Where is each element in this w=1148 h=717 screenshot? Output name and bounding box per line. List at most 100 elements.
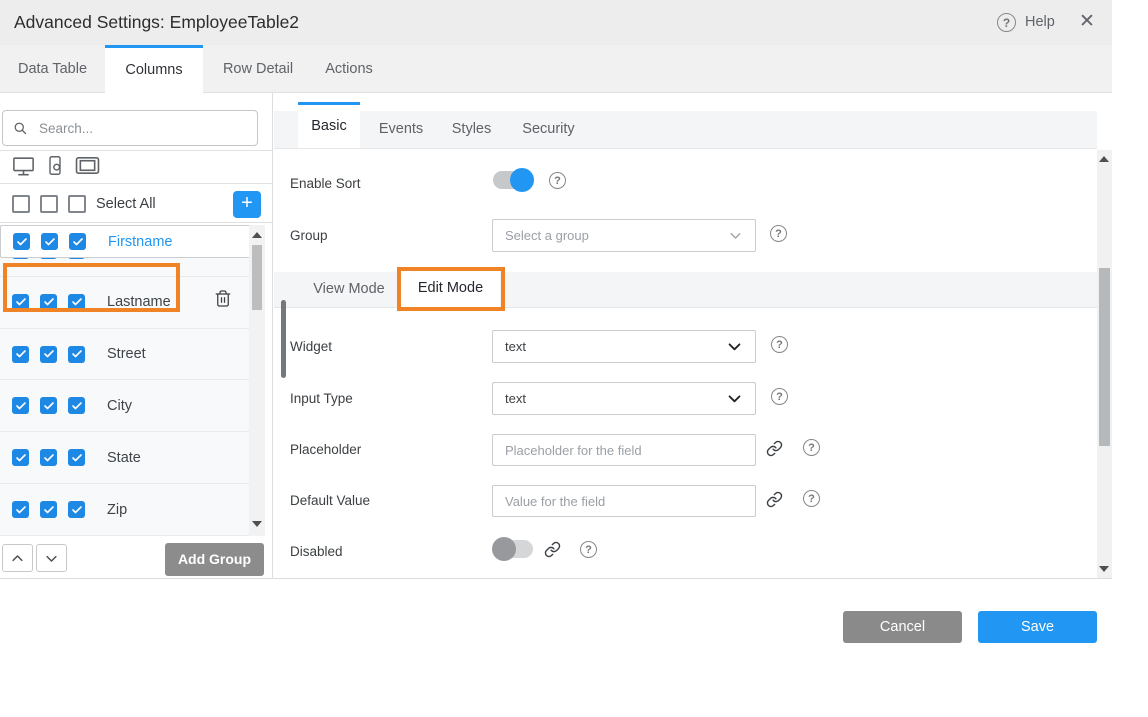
move-column-up-button[interactable] [2,544,33,572]
sidebar-divider [272,93,273,578]
scroll-down-arrow[interactable] [1099,566,1109,572]
help-link[interactable]: Help [1025,0,1055,45]
checkbox-checked[interactable] [68,449,85,466]
checkbox-checked[interactable] [13,233,30,250]
checkbox-checked[interactable] [12,294,29,311]
tab-basic[interactable]: Basic [298,102,360,148]
group-select[interactable]: Select a group [492,219,756,252]
scrollbar-thumb[interactable] [252,245,262,310]
panel-scrollbar[interactable] [1097,150,1112,578]
enable-sort-label: Enable Sort [290,176,361,191]
help-icon[interactable]: ? [997,13,1016,32]
mobile-icon[interactable] [45,154,65,177]
group-help-icon[interactable]: ? [770,225,787,242]
bind-data-link-icon[interactable] [544,541,561,558]
tab-actions[interactable]: Actions [313,45,385,93]
checkbox-checked[interactable] [12,346,29,363]
scroll-down-arrow[interactable] [252,521,262,527]
tab-events[interactable]: Events [375,111,427,148]
checkbox-checked[interactable] [40,397,57,414]
tab-styles[interactable]: Styles [448,111,495,148]
chevron-down-icon [728,228,743,243]
column-row-zip[interactable]: Zip [0,484,249,536]
disabled-toggle[interactable] [492,537,534,561]
select-all-mobile-checkbox[interactable] [40,195,58,213]
tab-view-mode[interactable]: View Mode [310,272,388,307]
scroll-up-arrow[interactable] [1099,156,1109,162]
placeholder-help-icon[interactable]: ? [803,439,820,456]
column-list: Emp Id Firstname Lastname Street [0,225,249,536]
sidebar-line [0,150,272,151]
checkbox-checked[interactable] [69,233,86,250]
tab-security[interactable]: Security [518,111,579,148]
checkbox-checked[interactable] [40,346,57,363]
move-column-down-button[interactable] [36,544,67,572]
checkbox-checked[interactable] [68,346,85,363]
widget-help-icon[interactable]: ? [771,336,788,353]
widget-select-value: text [505,339,726,354]
checkbox-checked[interactable] [12,397,29,414]
tab-row-detail[interactable]: Row Detail [203,45,313,93]
select-all-desktop-checkbox[interactable] [12,195,30,213]
scroll-up-arrow[interactable] [252,232,262,238]
column-label: Firstname [108,234,172,250]
default-value-input[interactable] [492,485,756,517]
column-row-state[interactable]: State [0,432,249,484]
checkbox-checked[interactable] [41,233,58,250]
input-type-label: Input Type [290,391,353,406]
tab-data-table[interactable]: Data Table [0,45,105,93]
save-button[interactable]: Save [978,611,1097,643]
tab-columns[interactable]: Columns [105,45,203,94]
checkbox-checked[interactable] [68,294,85,311]
disabled-label: Disabled [290,544,343,559]
column-row-city[interactable]: City [0,380,249,432]
advanced-settings-dialog: Advanced Settings: EmployeeTable2 ? Help… [0,0,1148,717]
sidebar-scrollbar[interactable] [249,225,265,536]
search-icon [13,121,28,136]
enable-sort-toggle[interactable] [492,168,534,192]
desktop-icon[interactable] [12,155,35,177]
column-row-street[interactable]: Street [0,329,249,381]
group-select-placeholder: Select a group [505,228,728,243]
checkbox-checked[interactable] [68,501,85,518]
group-label: Group [290,228,328,243]
add-group-button[interactable]: Add Group [165,543,264,576]
select-all-tablet-checkbox[interactable] [68,195,86,213]
add-column-button[interactable]: + [233,191,261,218]
column-label: Lastname [107,294,171,310]
column-row-firstname[interactable]: Firstname [0,225,264,258]
toggle-knob [492,537,516,561]
search-input[interactable] [37,120,247,137]
device-toggle-row [12,154,100,177]
default-value-help-icon[interactable]: ? [803,490,820,507]
bind-data-link-icon[interactable] [766,440,783,457]
checkbox-checked[interactable] [12,501,29,518]
sidebar-line [0,222,272,223]
delete-column-icon[interactable] [214,289,232,308]
chevron-down-icon [726,390,743,407]
checkbox-checked[interactable] [68,397,85,414]
scrollbar-thumb[interactable] [1099,268,1110,446]
checkbox-checked[interactable] [12,449,29,466]
checkbox-checked[interactable] [40,294,57,311]
panel-scrollbar-thumb[interactable] [281,300,286,378]
sidebar-line [0,183,272,184]
enable-sort-help-icon[interactable]: ? [549,172,566,189]
dialog-bottom-border [0,578,1112,579]
input-type-help-icon[interactable]: ? [771,388,788,405]
bind-data-link-icon[interactable] [766,491,783,508]
close-icon[interactable]: ✕ [1079,0,1095,43]
column-row-lastname[interactable]: Lastname [0,277,249,329]
input-type-select[interactable]: text [492,382,756,415]
cancel-button[interactable]: Cancel [843,611,962,643]
chevron-down-icon [726,338,743,355]
tablet-icon[interactable] [75,155,100,176]
placeholder-label: Placeholder [290,442,361,457]
tab-edit-mode[interactable]: Edit Mode [401,267,500,308]
checkbox-checked[interactable] [40,501,57,518]
disabled-help-icon[interactable]: ? [580,541,597,558]
search-box [2,110,258,146]
widget-select[interactable]: text [492,330,756,363]
placeholder-input[interactable] [492,434,756,466]
checkbox-checked[interactable] [40,449,57,466]
